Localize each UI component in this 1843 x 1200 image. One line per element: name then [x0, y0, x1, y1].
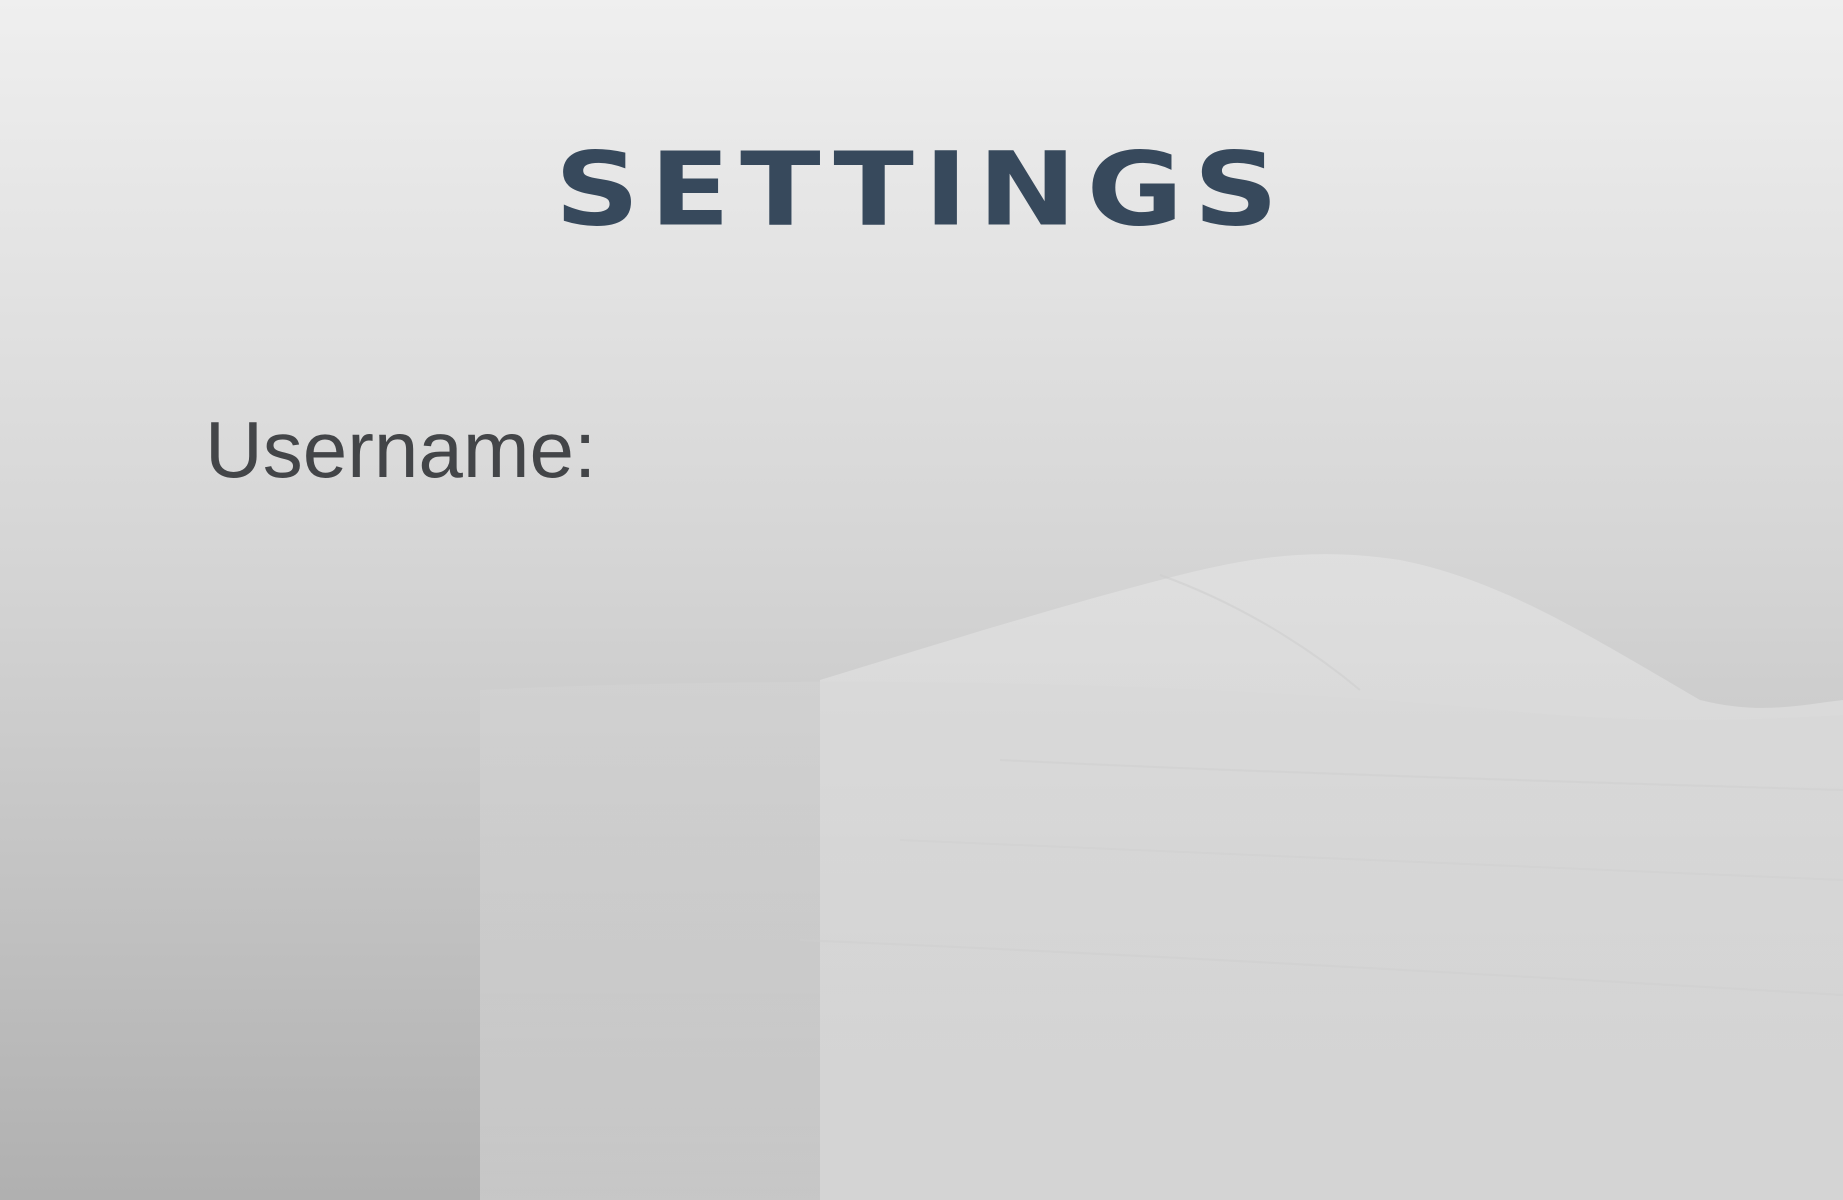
- page-title: SETTINGS: [554, 129, 1289, 249]
- snow-field: [480, 681, 1843, 1200]
- username-label: Username:: [205, 405, 597, 494]
- settings-form: Username:: [205, 410, 596, 490]
- snow-hill: [820, 554, 1843, 1200]
